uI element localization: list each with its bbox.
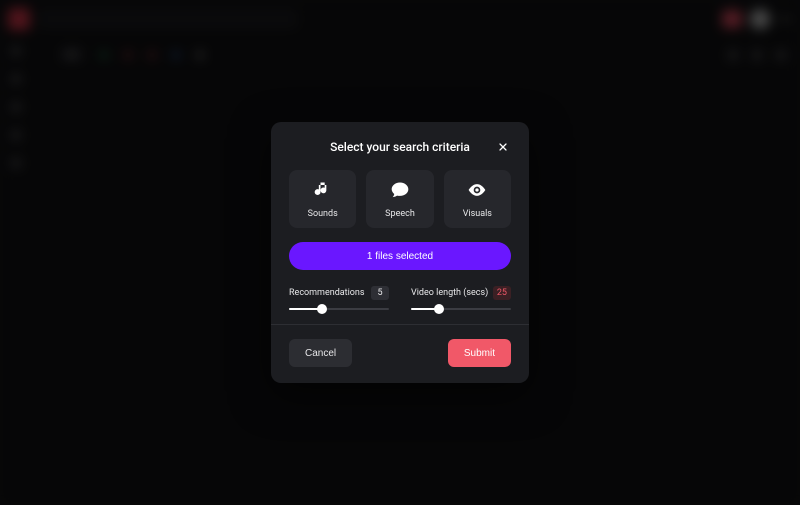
slider-thumb[interactable]: [434, 304, 444, 314]
close-button[interactable]: [495, 140, 511, 156]
slider-track[interactable]: [411, 308, 511, 310]
criteria-visuals[interactable]: Visuals: [444, 170, 511, 228]
speech-bubble-icon: [390, 180, 410, 203]
slider-label: Recommendations: [289, 288, 365, 298]
criteria-label: Visuals: [463, 209, 492, 219]
slider-label: Video length (secs): [411, 288, 488, 298]
divider: [271, 324, 529, 325]
eye-icon: [467, 180, 487, 203]
cancel-button[interactable]: Cancel: [289, 339, 352, 367]
modal-overlay: Select your search criteria Sounds Speec…: [0, 0, 800, 505]
files-selected-button[interactable]: 1 files selected: [289, 242, 511, 270]
slider-value: 25: [493, 286, 511, 300]
slider-track[interactable]: [289, 308, 389, 310]
recommendations-slider: Recommendations 5: [289, 286, 389, 310]
slider-thumb[interactable]: [317, 304, 327, 314]
close-icon: [497, 141, 509, 156]
slider-value: 5: [371, 286, 389, 300]
criteria-sounds[interactable]: Sounds: [289, 170, 356, 228]
criteria-label: Sounds: [308, 209, 338, 219]
music-note-icon: [313, 180, 333, 203]
submit-button[interactable]: Submit: [448, 339, 511, 367]
video-length-slider: Video length (secs) 25: [411, 286, 511, 310]
search-criteria-modal: Select your search criteria Sounds Speec…: [271, 122, 529, 383]
criteria-speech[interactable]: Speech: [366, 170, 433, 228]
criteria-label: Speech: [385, 209, 415, 219]
modal-title: Select your search criteria: [330, 140, 470, 154]
